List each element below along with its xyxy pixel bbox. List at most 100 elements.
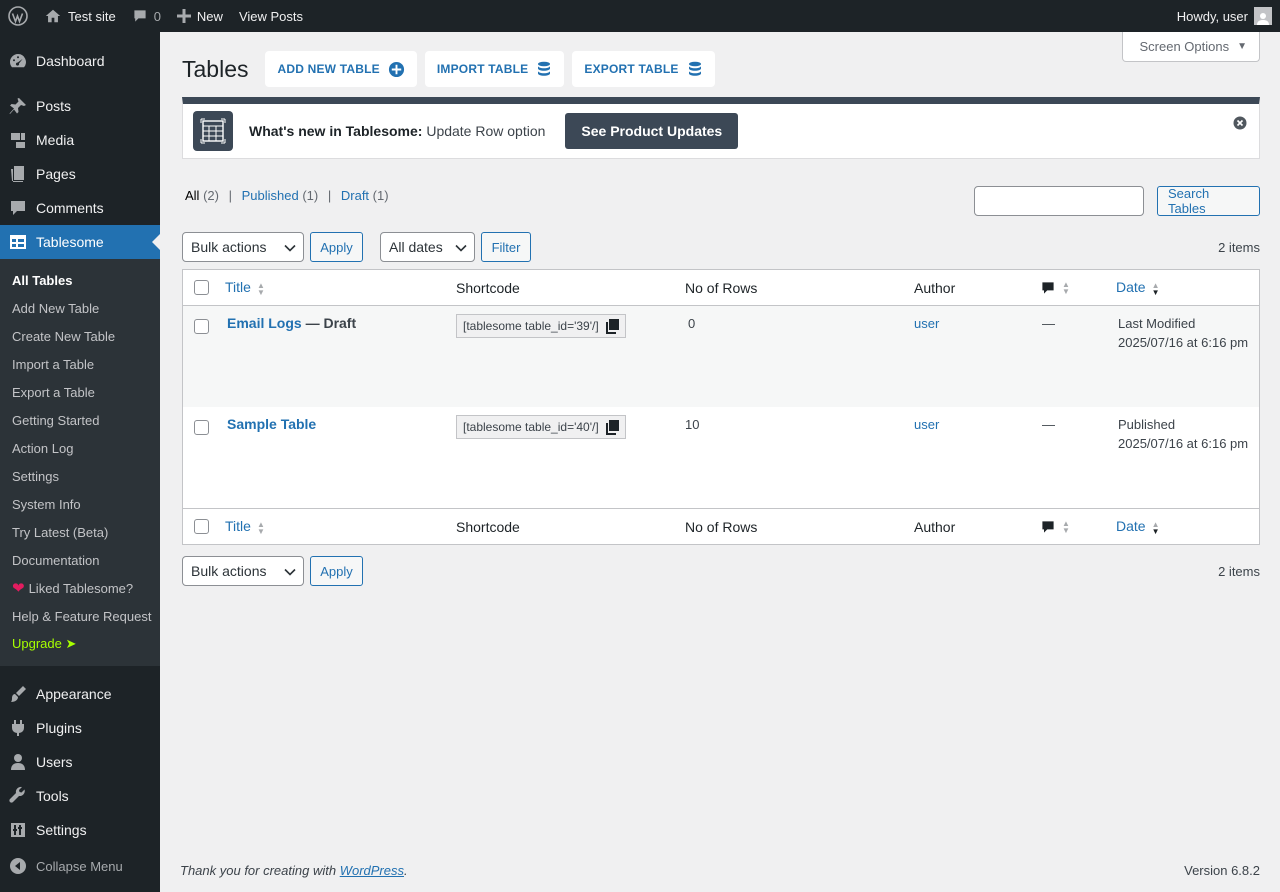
filter-draft-count: (1) [372,188,389,203]
row-title-link[interactable]: Sample Table [227,416,316,432]
row-title-link[interactable]: Email Logs [227,315,302,331]
submenu-add-new-table[interactable]: Add New Table [0,294,160,322]
submenu-getting-started[interactable]: Getting Started [0,406,160,434]
column-date[interactable]: Date ▲ ▼ [1116,518,1160,535]
bulk-actions-select[interactable]: Bulk actions [182,232,304,262]
menu-settings-label: Settings [36,822,87,838]
site-name-link[interactable]: Test site [36,0,124,32]
sort-icon: ▲ ▼ [1062,280,1070,297]
column-date[interactable]: Date ▲ ▼ [1116,279,1160,296]
separator: | [228,188,232,203]
row-state: — Draft [301,315,357,331]
comments-count: — [1042,316,1055,331]
submenu-all-tables[interactable]: All Tables [0,266,160,294]
import-table-button[interactable]: IMPORT TABLE [424,51,565,87]
submenu-create-new-table[interactable]: Create New Table [0,322,160,350]
menu-users[interactable]: Users [0,745,160,779]
tables-list: Title ▲ ▼ Shortcode No of Rows Author ▲ ▼ D… [182,269,1260,545]
admin-sidebar: Dashboard Posts Media Pages Comments Tab… [0,32,160,892]
submenu-label: Documentation [12,552,100,568]
select-all-checkbox[interactable] [194,280,209,295]
plus-circle-icon [388,61,405,78]
see-product-updates-button[interactable]: See Product Updates [565,113,739,149]
column-shortcode: Shortcode [456,518,520,535]
filter-button[interactable]: Filter [481,232,531,262]
date-value: 2025/07/16 at 6:16 pm [1118,335,1249,350]
select-all-checkbox[interactable] [194,519,209,534]
copy-icon[interactable] [605,419,619,435]
apply-button[interactable]: Apply [310,556,363,586]
wordpress-logo-icon[interactable] [0,0,36,32]
submenu-label: Settings [12,468,59,484]
submenu-import-table[interactable]: Import a Table [0,350,160,378]
comment-icon [1042,282,1054,294]
table-footer: Title ▲ ▼ Shortcode No of Rows Author ▲ ▼ D… [183,508,1259,544]
new-content-link[interactable]: New [169,0,231,32]
column-rows: No of Rows [685,279,758,296]
filter-published[interactable]: Published [242,188,299,203]
menu-posts[interactable]: Posts [0,89,160,123]
brush-icon [8,684,28,704]
table-header: Title ▲ ▼ Shortcode No of Rows Author ▲ ▼ D… [183,270,1259,306]
submenu-try-latest[interactable]: Try Latest (Beta) [0,518,160,546]
my-account-link[interactable]: Howdy, user [1169,0,1280,32]
apply-button[interactable]: Apply [310,232,363,262]
rows-count: 0 [688,316,696,331]
submenu-help-feature-request[interactable]: Help & Feature Request [0,602,160,630]
column-comments[interactable]: ▲ ▼ [1040,518,1070,535]
copy-icon[interactable] [605,318,619,334]
menu-appearance[interactable]: Appearance [0,677,160,711]
submenu-liked-tablesome[interactable]: ❤ Liked Tablesome? [0,574,160,602]
submenu-documentation[interactable]: Documentation [0,546,160,574]
menu-settings[interactable]: Settings [0,813,160,847]
dismiss-icon[interactable] [1233,116,1247,130]
comments-link[interactable]: 0 [124,0,169,32]
menu-pages[interactable]: Pages [0,157,160,191]
search-box: Search Tables [974,186,1260,216]
submenu-system-info[interactable]: System Info [0,490,160,518]
menu-tablesome[interactable]: Tablesome [0,225,160,259]
filter-draft[interactable]: Draft [341,188,369,203]
bulk-actions-select[interactable]: Bulk actions [182,556,304,586]
menu-media[interactable]: Media [0,123,160,157]
screen-options-button[interactable]: Screen Options ▼ [1122,32,1260,62]
site-name-label: Test site [68,8,116,24]
menu-dashboard[interactable]: Dashboard [0,44,160,78]
avatar [1254,7,1272,25]
menu-media-label: Media [36,132,75,148]
comment-icon [1042,521,1054,533]
wordpress-link[interactable]: WordPress [340,863,404,878]
author-link[interactable]: user [914,316,939,331]
submenu-upgrade[interactable]: Upgrade ➤ [0,630,160,658]
submenu-export-table[interactable]: Export a Table [0,378,160,406]
dates-select[interactable]: All dates [380,232,475,262]
menu-users-label: Users [36,754,73,770]
menu-comments-label: Comments [36,200,104,216]
row-checkbox[interactable] [194,319,209,334]
menu-plugins[interactable]: Plugins [0,711,160,745]
collapse-menu-button[interactable]: Collapse Menu [0,849,160,883]
search-input[interactable] [974,186,1144,216]
menu-tools[interactable]: Tools [0,779,160,813]
tablenav-top: Bulk actions Apply All dates Filter 2 it… [182,231,1260,263]
submenu-action-log[interactable]: Action Log [0,434,160,462]
column-comments[interactable]: ▲ ▼ [1040,279,1070,296]
row-checkbox[interactable] [194,420,209,435]
admin-bar: Test site 0 New View Posts Howdy, user [0,0,1280,32]
column-title[interactable]: Title ▲ ▼ [225,279,265,296]
submenu-settings[interactable]: Settings [0,462,160,490]
search-tables-button[interactable]: Search Tables [1157,186,1260,216]
export-table-button[interactable]: EXPORT TABLE [572,51,715,87]
author-link[interactable]: user [914,417,939,432]
filter-all[interactable]: All [185,188,199,203]
column-title[interactable]: Title ▲ ▼ [225,518,265,535]
items-count: 2 items [1218,239,1260,255]
screen-options-label: Screen Options [1139,39,1230,54]
column-author: Author [914,279,956,296]
add-new-table-button[interactable]: ADD NEW TABLE [265,51,417,87]
shortcode-box[interactable]: [tablesome table_id='40'/] [456,415,626,439]
submenu-label: System Info [12,496,81,512]
shortcode-box[interactable]: [tablesome table_id='39'/] [456,314,626,338]
view-posts-link[interactable]: View Posts [231,0,311,32]
menu-comments[interactable]: Comments [0,191,160,225]
